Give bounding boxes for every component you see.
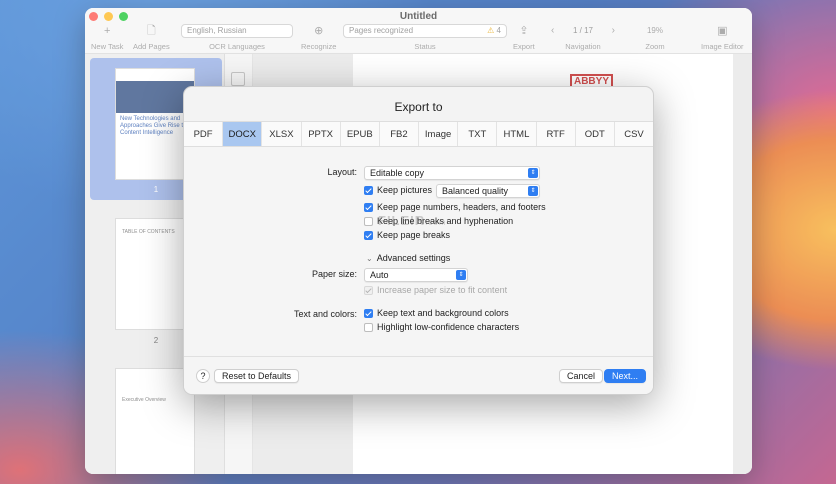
next-button[interactable]: Next... [604,369,647,383]
format-tabs: PDF DOCX XLSX PPTX EPUB FB2 Image TXT HT… [184,121,653,147]
tab-pdf[interactable]: PDF [184,122,224,146]
layout-value: Editable copy [370,168,425,178]
watermark: FILEIR.com [378,213,447,228]
paper-size-label: Paper size: [311,269,357,279]
chevron-down-icon: ⌄ [366,253,373,263]
tab-docx[interactable]: DOCX [223,122,263,146]
increase-paper-size-checkbox: Increase paper size to fit content [364,285,507,295]
tab-html[interactable]: HTML [497,122,537,146]
dialog-title: Export to [394,100,443,114]
tab-csv[interactable]: CSV [615,122,653,146]
chevron-updown-icon: ⇕ [528,186,538,196]
text-colors-label: Text and colors: [293,309,357,319]
tab-pptx[interactable]: PPTX [302,122,341,146]
layout-label: Layout: [327,167,357,177]
keep-text-colors-checkbox[interactable]: Keep text and background colors [364,308,509,318]
checkbox-checked-icon [364,185,373,195]
checkbox-checked-icon [364,230,373,240]
tab-rtf[interactable]: RTF [537,122,576,146]
keep-page-numbers-checkbox[interactable]: Keep page numbers, headers, and footers [364,202,546,212]
paper-size-select[interactable]: Auto ⇕ [364,268,468,282]
paper-size-value: Auto [370,270,389,280]
checkbox-checked-icon [364,202,373,212]
tab-txt[interactable]: TXT [458,122,498,146]
checkbox-unchecked-icon [364,322,373,332]
checkbox-unchecked-icon [364,216,373,226]
picture-quality-select[interactable]: Balanced quality ⇕ [436,184,540,198]
chevron-updown-icon: ⇕ [528,168,538,178]
highlight-low-confidence-checkbox[interactable]: Highlight low-confidence characters [364,322,519,332]
cancel-button[interactable]: Cancel [559,369,604,383]
tab-odt[interactable]: ODT [576,122,615,146]
checkbox-checked-icon [364,308,373,318]
export-dialog: Export to PDF DOCX XLSX PPTX EPUB FB2 Im… [183,86,654,395]
advanced-settings-toggle[interactable]: ⌄ Advanced settings [366,253,450,263]
picture-quality-value: Balanced quality [442,186,509,196]
layout-select[interactable]: Editable copy ⇕ [364,166,540,180]
chevron-updown-icon: ⇕ [456,270,466,280]
reset-defaults-button[interactable]: Reset to Defaults [214,369,300,383]
tab-image[interactable]: Image [419,122,459,146]
tab-xlsx[interactable]: XLSX [262,122,302,146]
export-options: Layout: Editable copy ⇕ Keep pictures Ba… [184,147,653,356]
tab-fb2[interactable]: FB2 [380,122,420,146]
dialog-footer: ? Reset to Defaults Cancel Next... [184,356,653,394]
keep-pictures-checkbox[interactable]: Keep pictures [364,185,432,195]
keep-page-breaks-checkbox[interactable]: Keep page breaks [364,230,450,240]
help-button[interactable]: ? [196,369,210,383]
checkbox-disabled-icon [364,285,373,295]
tab-epub[interactable]: EPUB [341,122,380,146]
